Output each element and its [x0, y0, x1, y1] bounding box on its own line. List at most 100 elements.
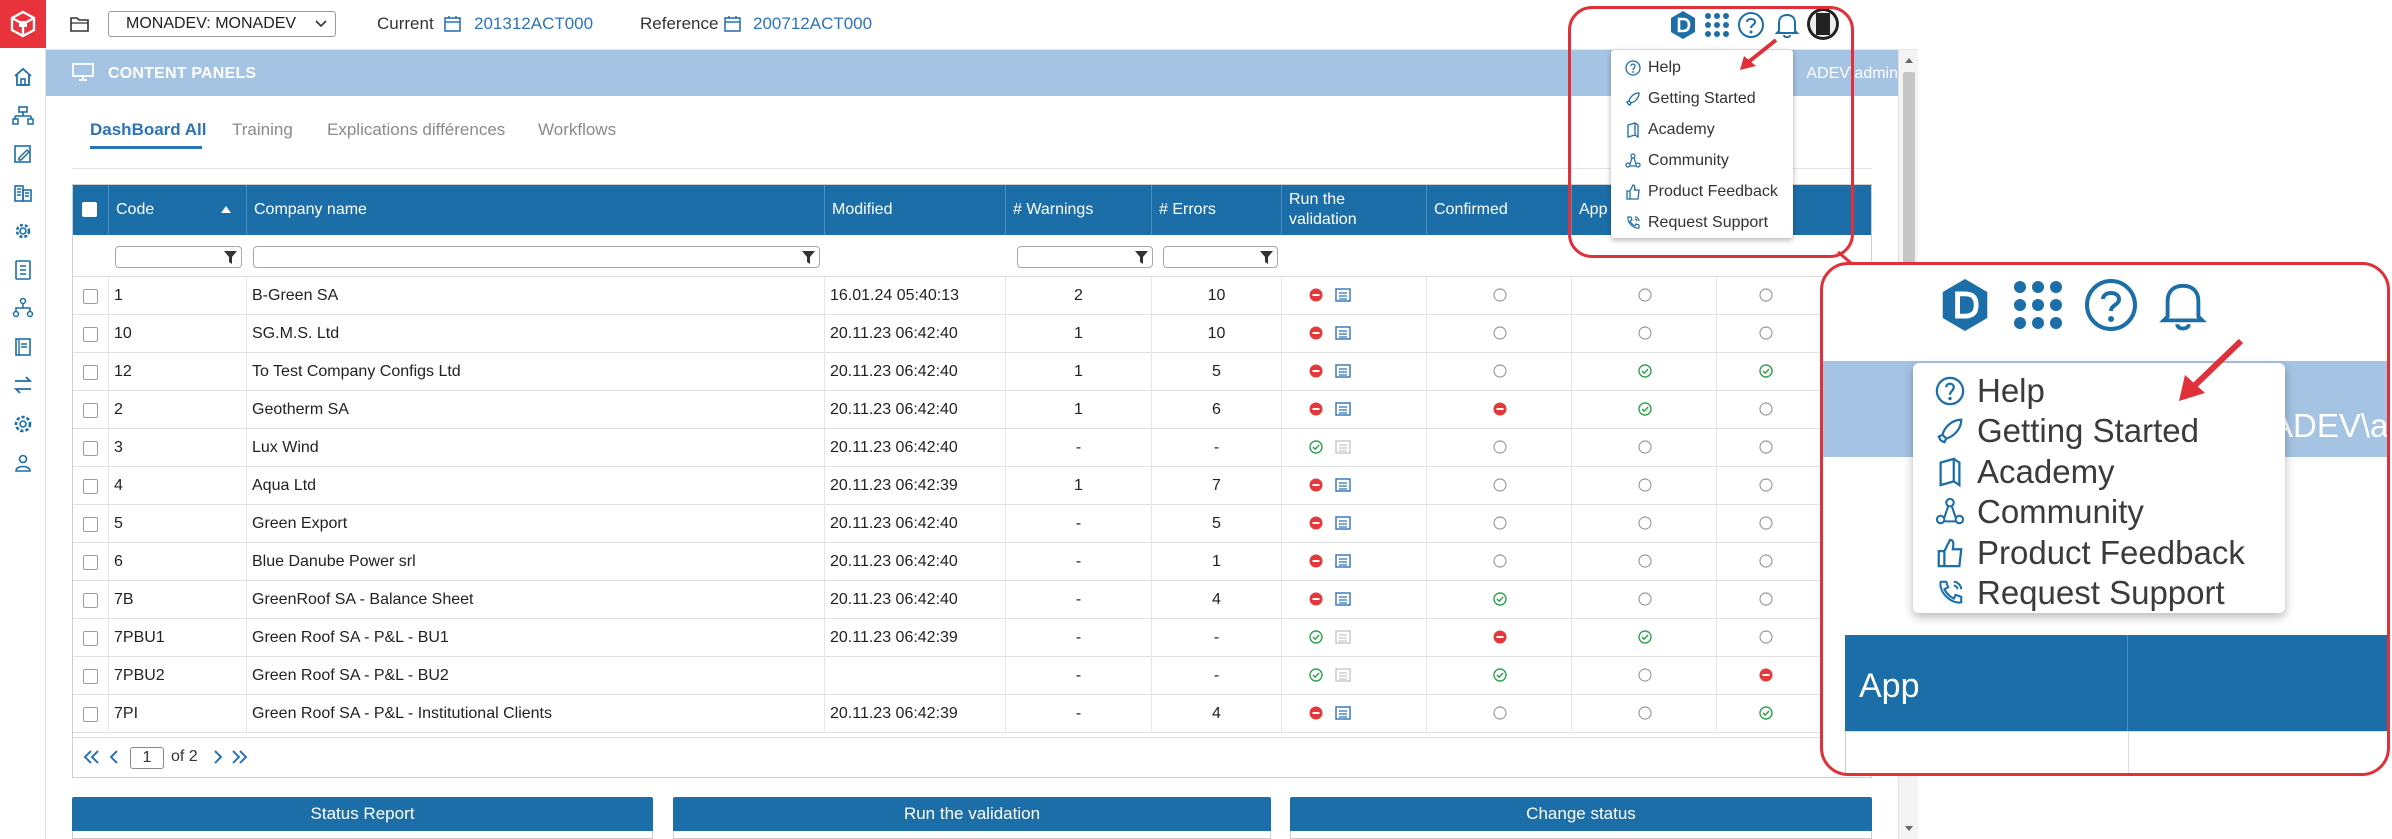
users-icon[interactable] — [10, 450, 36, 476]
col-company-header[interactable]: Company name — [247, 185, 825, 235]
row-checkbox[interactable] — [83, 517, 98, 532]
empty-status-icon[interactable] — [1638, 440, 1652, 454]
empty-status-icon[interactable] — [1493, 706, 1507, 720]
table-row[interactable]: 3 Lux Wind 20.11.23 06:42:40- - — [73, 429, 1871, 467]
empty-status-icon[interactable] — [1638, 326, 1652, 340]
empty-status-icon[interactable] — [1638, 288, 1652, 302]
error-status-icon[interactable] — [1309, 364, 1323, 378]
code-filter-input[interactable] — [115, 246, 242, 268]
empty-status-icon[interactable] — [1759, 554, 1773, 568]
errors-filter-input[interactable] — [1163, 246, 1278, 268]
empty-status-icon[interactable] — [1638, 706, 1652, 720]
check-status-icon[interactable] — [1638, 402, 1652, 416]
error-status-icon[interactable] — [1309, 516, 1323, 530]
empty-status-icon[interactable] — [1493, 326, 1507, 340]
error-status-icon[interactable] — [1759, 668, 1773, 682]
current-period-link[interactable]: 201312ACT000 — [474, 14, 593, 34]
report-icon[interactable] — [1335, 592, 1351, 606]
report-icon[interactable] — [1335, 516, 1351, 530]
empty-status-icon[interactable] — [1638, 554, 1652, 568]
settings-icon[interactable] — [10, 411, 36, 437]
first-page-icon[interactable] — [83, 750, 101, 764]
report-icon[interactable] — [1335, 668, 1351, 682]
company-filter-input[interactable] — [253, 246, 820, 268]
col-modified-header[interactable]: Modified — [825, 185, 1006, 235]
row-checkbox[interactable] — [83, 289, 98, 304]
empty-status-icon[interactable] — [1759, 478, 1773, 492]
error-status-icon[interactable] — [1309, 478, 1323, 492]
col-errors-header[interactable]: # Errors — [1152, 185, 1282, 235]
empty-status-icon[interactable] — [1493, 288, 1507, 302]
ok-status-icon[interactable] — [1309, 630, 1323, 644]
error-status-icon[interactable] — [1493, 630, 1507, 644]
check-status-icon[interactable] — [1759, 706, 1773, 720]
ok-status-icon[interactable] — [1309, 668, 1323, 682]
row-checkbox[interactable] — [83, 365, 98, 380]
empty-status-icon[interactable] — [1759, 440, 1773, 454]
filter-icon[interactable] — [1135, 251, 1148, 264]
tab-dashboard-all[interactable]: DashBoard All — [90, 120, 207, 140]
empty-status-icon[interactable] — [1493, 516, 1507, 530]
row-checkbox[interactable] — [83, 593, 98, 608]
check-status-icon[interactable] — [1493, 592, 1507, 606]
report-icon[interactable] — [1335, 402, 1351, 416]
empty-status-icon[interactable] — [1493, 364, 1507, 378]
table-row[interactable]: 7PI Green Roof SA - P&L - Institutional C… — [73, 695, 1871, 733]
report-icon[interactable] — [1335, 440, 1351, 454]
folder-icon[interactable] — [70, 15, 90, 33]
next-page-icon[interactable] — [213, 750, 223, 764]
report-icon[interactable] — [1335, 630, 1351, 644]
table-row[interactable]: 2 Geotherm SA 20.11.23 06:42:40 1 6 — [73, 391, 1871, 429]
error-status-icon[interactable] — [1309, 288, 1323, 302]
row-checkbox[interactable] — [83, 327, 98, 342]
page-number-input[interactable]: 1 — [130, 747, 164, 769]
last-page-icon[interactable] — [230, 750, 248, 764]
empty-status-icon[interactable] — [1638, 516, 1652, 530]
error-status-icon[interactable] — [1309, 402, 1323, 416]
table-row[interactable]: 1 B-Green SA 16.01.24 05:40:13 2 10 — [73, 277, 1871, 315]
home-icon[interactable] — [10, 64, 36, 90]
empty-status-icon[interactable] — [1759, 402, 1773, 416]
empty-status-icon[interactable] — [1759, 288, 1773, 302]
empty-status-icon[interactable] — [1493, 554, 1507, 568]
transfer-icon[interactable] — [10, 372, 36, 398]
report-icon[interactable] — [1335, 288, 1351, 302]
table-row[interactable]: 12 To Test Company Configs Ltd 20.11.23 06… — [73, 353, 1871, 391]
empty-status-icon[interactable] — [1493, 440, 1507, 454]
table-row[interactable]: 7PBU1 Green Roof SA - P&L - BU1 20.11.23 0… — [73, 619, 1871, 657]
empty-status-icon[interactable] — [1638, 478, 1652, 492]
col-code-header[interactable]: Code — [109, 185, 247, 235]
table-row[interactable]: 7B GreenRoof SA - Balance Sheet 20.11.23 0… — [73, 581, 1871, 619]
run-validation-widget[interactable]: Run the validation — [673, 797, 1271, 839]
empty-status-icon[interactable] — [1759, 630, 1773, 644]
empty-status-icon[interactable] — [1759, 326, 1773, 340]
error-status-icon[interactable] — [1309, 554, 1323, 568]
col-confirmed-header[interactable]: Confirmed — [1427, 185, 1572, 235]
table-row[interactable]: 5 Green Export 20.11.23 06:42:40-5 — [73, 505, 1871, 543]
row-checkbox[interactable] — [83, 631, 98, 646]
row-checkbox[interactable] — [83, 441, 98, 456]
edit-sheet-icon[interactable] — [10, 141, 36, 167]
filter-icon[interactable] — [1260, 251, 1273, 264]
gear-cog-icon[interactable] — [10, 218, 36, 244]
col-warnings-header[interactable]: # Warnings — [1006, 185, 1152, 235]
org-chart-icon[interactable] — [10, 103, 36, 129]
prev-page-icon[interactable] — [109, 750, 119, 764]
col-run-validation-header[interactable]: Run the validation — [1282, 185, 1427, 235]
change-status-widget[interactable]: Change status — [1290, 797, 1872, 839]
check-status-icon[interactable] — [1638, 364, 1652, 378]
report-icon[interactable] — [1335, 326, 1351, 340]
workspace-select[interactable]: MONADEV: MONADEV — [108, 11, 336, 37]
tab-training[interactable]: Training — [232, 120, 293, 140]
table-row[interactable]: 10 SG.M.S. Ltd 20.11.23 06:42:40 1 10 — [73, 315, 1871, 353]
warnings-filter-input[interactable] — [1017, 246, 1153, 268]
buildings-icon[interactable] — [10, 180, 36, 206]
error-status-icon[interactable] — [1309, 706, 1323, 720]
select-all-checkbox[interactable] — [82, 202, 97, 217]
report-icon[interactable] — [1335, 478, 1351, 492]
filter-icon[interactable] — [224, 251, 237, 264]
empty-status-icon[interactable] — [1493, 478, 1507, 492]
reference-period-link[interactable]: 200712ACT000 — [753, 14, 872, 34]
ok-status-icon[interactable] — [1309, 440, 1323, 454]
report-icon[interactable] — [1335, 706, 1351, 720]
